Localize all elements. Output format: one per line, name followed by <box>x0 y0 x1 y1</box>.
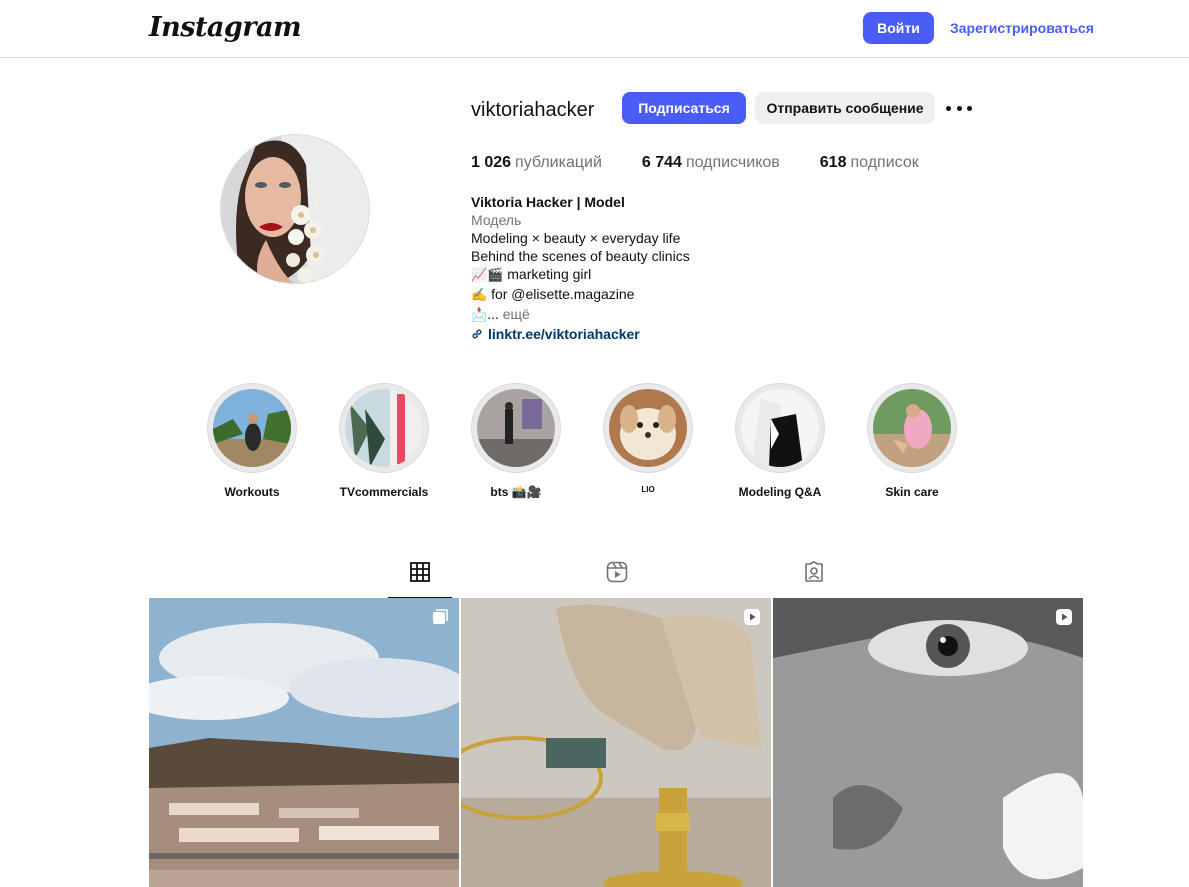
bio-line: 📈🎬 marketing girl <box>471 266 592 283</box>
login-button[interactable]: Войти <box>863 12 934 44</box>
highlight-modeling-qa[interactable]: Modeling Q&A <box>714 383 846 499</box>
highlight-lio[interactable]: LIO <box>582 383 714 499</box>
link-icon <box>472 329 482 339</box>
highlight-image <box>873 389 951 467</box>
reel-icon <box>744 609 760 625</box>
bio-line: Modeling × beauty × everyday life <box>471 230 681 246</box>
highlight-image <box>345 389 423 467</box>
posts-grid <box>149 598 1084 887</box>
post-thumbnail[interactable] <box>773 598 1083 887</box>
reels-icon <box>606 561 628 583</box>
profile-category: Модель <box>471 212 522 228</box>
grid-icon <box>410 562 430 582</box>
post-image <box>461 598 771 887</box>
story-highlights: Workouts TVcommercials bts 📸🎥 LIO Modeli… <box>186 383 978 499</box>
carousel-icon <box>433 609 448 624</box>
reel-icon <box>1056 609 1072 625</box>
profile-avatar[interactable] <box>220 134 370 284</box>
send-message-button[interactable]: Отправить сообщение <box>755 92 935 124</box>
highlight-image <box>741 389 819 467</box>
following-count[interactable]: 618 подписок <box>820 154 919 172</box>
highlight-label: Modeling Q&A <box>738 485 822 499</box>
tab-posts[interactable] <box>388 561 452 599</box>
profile-link[interactable]: linktr.ee/viktoriahacker <box>471 325 871 343</box>
highlight-label: LIO <box>641 485 655 494</box>
post-image <box>149 598 459 887</box>
profile-bio: Viktoria Hacker | Model Модель Modeling … <box>471 193 871 343</box>
profile-full-name: Viktoria Hacker | Model <box>471 194 625 210</box>
more-options-icon[interactable] <box>946 96 972 120</box>
highlight-tvcommercials[interactable]: TVcommercials <box>318 383 450 499</box>
post-thumbnail[interactable] <box>149 598 459 887</box>
highlight-label: Workouts <box>224 485 280 499</box>
profile-tabs <box>149 550 1084 599</box>
post-image <box>773 598 1083 887</box>
highlight-skin-care[interactable]: Skin care <box>846 383 978 499</box>
followers-count[interactable]: 6 744 подписчиков <box>642 154 780 172</box>
profile-username: viktoriahacker <box>471 99 595 121</box>
avatar-image <box>221 135 369 283</box>
highlight-workouts[interactable]: Workouts <box>186 383 318 499</box>
highlight-image <box>609 389 687 467</box>
bio-line: Behind the scenes of beauty clinics <box>471 248 690 264</box>
top-bar: Instagram Войти Зарегистрироваться <box>0 0 1189 58</box>
post-thumbnail[interactable] <box>461 598 771 887</box>
highlight-label: Skin care <box>885 485 939 499</box>
highlight-image <box>213 389 291 467</box>
register-link[interactable]: Зарегистрироваться <box>950 20 1094 36</box>
highlight-image <box>477 389 555 467</box>
tab-tagged[interactable] <box>782 561 846 599</box>
posts-count: 1 026 публикаций <box>471 154 602 171</box>
highlight-bts[interactable]: bts 📸🎥 <box>450 383 582 499</box>
highlight-label: TVcommercials <box>339 485 429 499</box>
highlight-label: bts 📸🎥 <box>490 485 542 499</box>
follow-button[interactable]: Подписаться <box>622 92 746 124</box>
bio-line: ✍️ for @elisette.magazine <box>471 286 635 303</box>
bio-more-link[interactable]: ещё <box>503 306 530 322</box>
instagram-logo[interactable]: Instagram <box>149 12 302 43</box>
bio-line: 📩... ещё <box>471 306 530 323</box>
tab-reels[interactable] <box>585 561 649 599</box>
tagged-icon <box>805 561 823 582</box>
profile-stats: 1 026 публикаций 6 744 подписчиков 618 подп… <box>471 154 959 172</box>
